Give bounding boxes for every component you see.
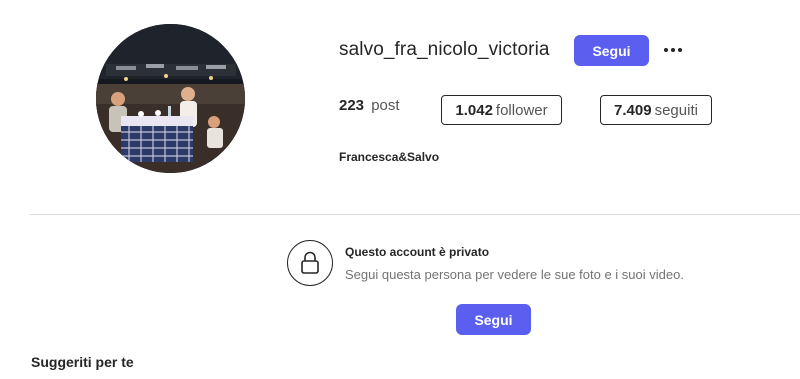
more-options-icon[interactable] xyxy=(660,38,686,62)
private-account-subtitle: Segui questa persona per vedere le sue f… xyxy=(345,267,684,282)
posts-count: 223 post xyxy=(339,97,400,114)
section-divider xyxy=(30,214,800,215)
dot xyxy=(664,48,668,52)
private-account-title: Questo account è privato xyxy=(345,245,490,259)
lock-glyph xyxy=(301,251,319,274)
following-label: seguiti xyxy=(654,101,698,119)
followers-value: 1.042 xyxy=(455,101,493,119)
followers-count-button[interactable]: 1.042 follower xyxy=(441,95,562,125)
posts-label: post xyxy=(371,97,400,114)
following-count-button[interactable]: 7.409 seguiti xyxy=(600,95,712,125)
private-follow-button[interactable]: Segui xyxy=(456,304,531,335)
lock-icon xyxy=(287,240,333,286)
profile-full-name: Francesca&Salvo xyxy=(339,150,440,164)
dot xyxy=(671,48,675,52)
dot xyxy=(678,48,682,52)
follow-button[interactable]: Segui xyxy=(574,35,649,66)
following-value: 7.409 xyxy=(614,101,652,119)
avatar-photo xyxy=(96,24,245,173)
profile-username: salvo_fra_nicolo_victoria xyxy=(339,39,550,60)
profile-page: salvo_fra_nicolo_victoria Segui 223 post… xyxy=(0,0,800,379)
profile-avatar[interactable] xyxy=(96,24,245,173)
followers-label: follower xyxy=(495,101,548,119)
posts-value: 223 xyxy=(339,97,365,114)
suggested-heading: Suggeriti per te xyxy=(31,354,134,370)
